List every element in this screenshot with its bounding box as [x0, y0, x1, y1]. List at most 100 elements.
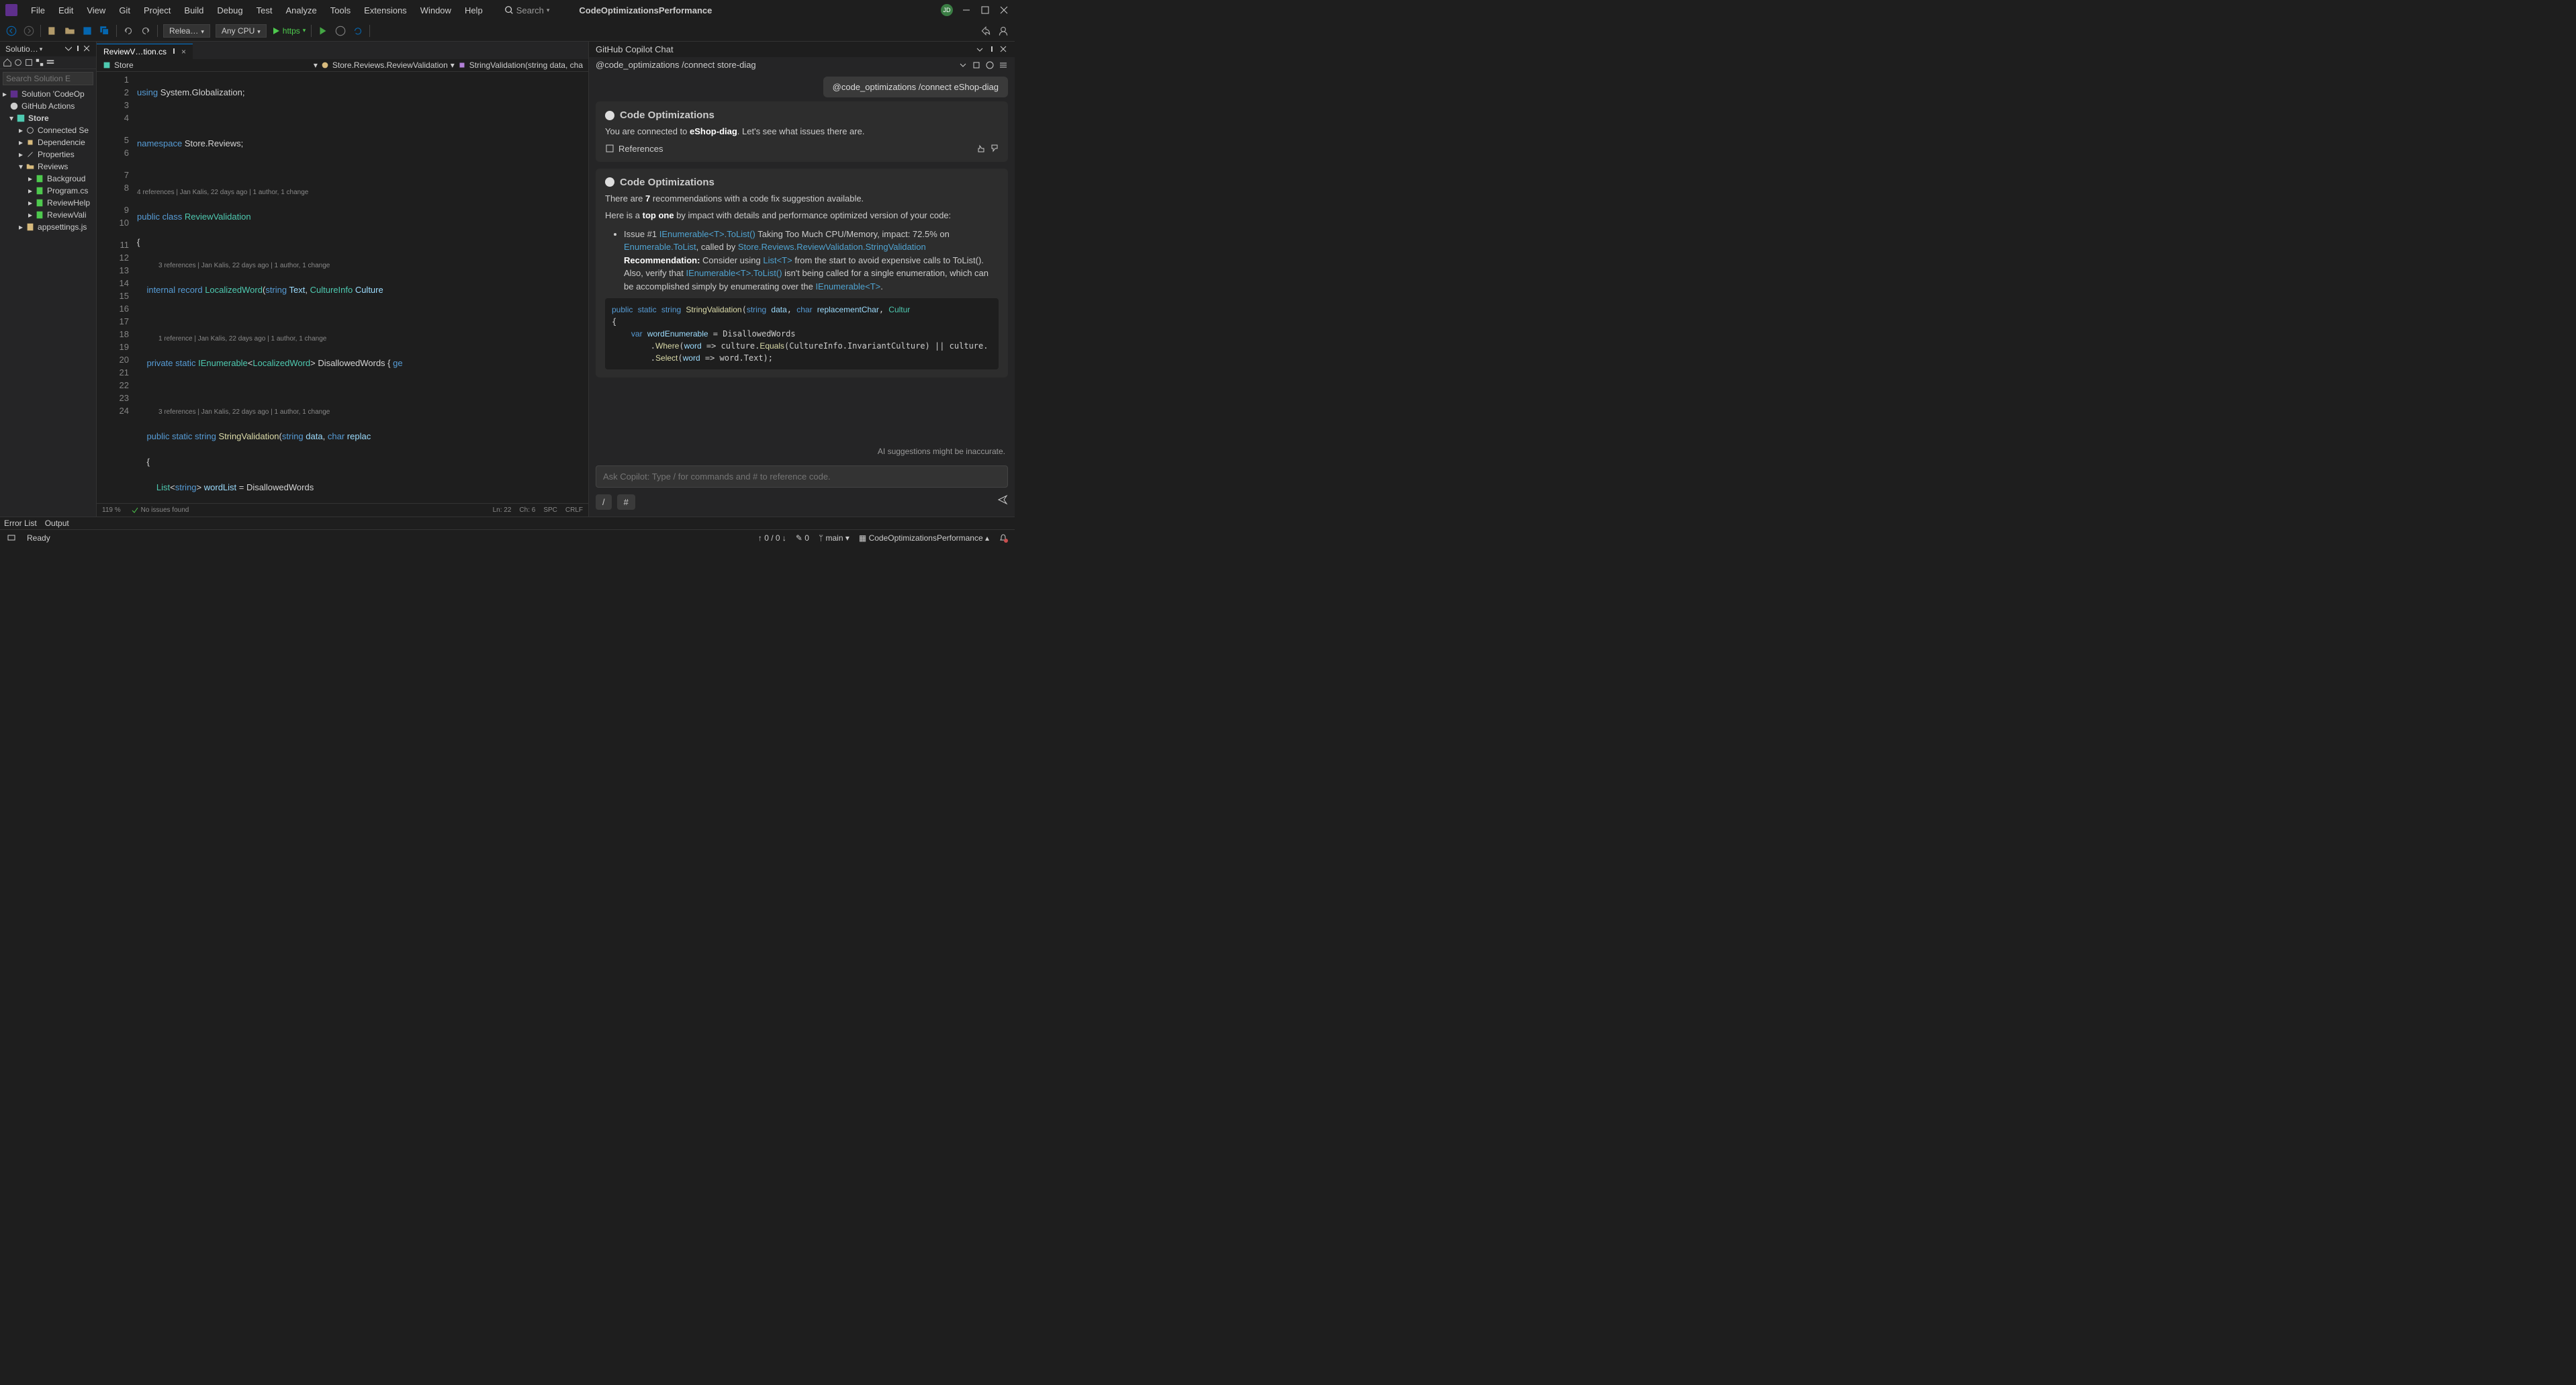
- minimize-button[interactable]: [961, 5, 972, 15]
- play2-icon[interactable]: [317, 25, 329, 37]
- git-branch[interactable]: ᛘ main ▾: [819, 533, 849, 543]
- undo-icon[interactable]: [122, 25, 134, 37]
- project-selector[interactable]: ▦ CodeOptimizationsPerformance ▴: [859, 533, 989, 543]
- tree-file[interactable]: ▸Backgroud: [0, 173, 96, 185]
- redo-icon[interactable]: [140, 25, 152, 37]
- menu-help[interactable]: Help: [459, 3, 488, 18]
- tree-file[interactable]: ▸ReviewVali: [0, 209, 96, 221]
- dropdown-icon[interactable]: [65, 46, 72, 52]
- tree-file[interactable]: ▸Program.cs: [0, 185, 96, 197]
- menu-window[interactable]: Window: [415, 3, 457, 18]
- menu-icon[interactable]: [999, 60, 1008, 70]
- menu-git[interactable]: Git: [113, 3, 136, 18]
- config-combo[interactable]: Relea…: [163, 24, 210, 38]
- eol-indicator[interactable]: CRLF: [565, 506, 583, 514]
- code-content[interactable]: using System.Globalization; namespace St…: [137, 72, 588, 503]
- props-icon[interactable]: [46, 58, 55, 67]
- close-button[interactable]: [999, 5, 1009, 15]
- global-search[interactable]: Search▾: [504, 5, 550, 15]
- chevron-down-icon[interactable]: [958, 60, 968, 70]
- run-button[interactable]: https▾: [272, 26, 306, 36]
- breadcrumb-class[interactable]: Store.Reviews.ReviewValidation: [320, 60, 448, 70]
- pin-icon[interactable]: [171, 48, 177, 55]
- refs-label[interactable]: References: [618, 144, 663, 154]
- open-icon[interactable]: [64, 25, 76, 37]
- tree-connected[interactable]: ▸Connected Se: [0, 124, 96, 136]
- share-icon[interactable]: [980, 25, 992, 37]
- link[interactable]: IEnumerable<T>.ToList(): [659, 229, 755, 239]
- home-icon[interactable]: [3, 58, 12, 67]
- chat-icon[interactable]: [7, 533, 16, 543]
- breadcrumb-project[interactable]: Store: [102, 60, 134, 70]
- menu-test[interactable]: Test: [251, 3, 278, 18]
- live-icon[interactable]: [997, 25, 1009, 37]
- tab-output[interactable]: Output: [45, 519, 69, 528]
- tree-dependencies[interactable]: ▸Dependencie: [0, 136, 96, 148]
- bell-icon[interactable]: [999, 533, 1008, 543]
- tree-project-store[interactable]: ▾Store: [0, 112, 96, 124]
- tree-file[interactable]: ▸ReviewHelp: [0, 197, 96, 209]
- link[interactable]: Enumerable.ToList: [624, 242, 696, 252]
- close-icon[interactable]: [1000, 46, 1008, 54]
- forward-icon[interactable]: [23, 25, 35, 37]
- thumbs-down-icon[interactable]: [989, 144, 999, 153]
- save-icon[interactable]: [81, 25, 93, 37]
- link[interactable]: Store.Reviews.ReviewValidation.StringVal…: [738, 242, 926, 252]
- link[interactable]: IEnumerable<T>.ToList(): [686, 268, 782, 278]
- send-icon[interactable]: [997, 494, 1008, 505]
- link[interactable]: List<T>: [763, 255, 792, 265]
- maximize-button[interactable]: [980, 5, 991, 15]
- menu-build[interactable]: Build: [179, 3, 209, 18]
- tree-appsettings[interactable]: ▸appsettings.js: [0, 221, 96, 233]
- collapse-icon[interactable]: [24, 58, 34, 67]
- slash-button[interactable]: /: [596, 494, 612, 510]
- new-icon[interactable]: [46, 25, 58, 37]
- solution-search-input[interactable]: [3, 72, 93, 85]
- new-window-icon[interactable]: [972, 60, 981, 70]
- back-icon[interactable]: [5, 25, 17, 37]
- menu-project[interactable]: Project: [138, 3, 176, 18]
- codelens[interactable]: 3 references | Jan Kalis, 22 days ago | …: [137, 408, 588, 417]
- menu-edit[interactable]: Edit: [53, 3, 79, 18]
- menu-file[interactable]: File: [26, 3, 50, 18]
- zoom-level[interactable]: 119 %: [102, 506, 121, 514]
- tree-properties[interactable]: ▸Properties: [0, 148, 96, 161]
- line-indicator[interactable]: Ln: 22: [493, 506, 512, 514]
- close-icon[interactable]: [84, 46, 91, 52]
- clock-icon[interactable]: [985, 60, 995, 70]
- code-editor[interactable]: 123456789101112131415161718192021222324 …: [97, 72, 588, 503]
- codelens[interactable]: 1 reference | Jan Kalis, 22 days ago | 1…: [137, 334, 588, 344]
- col-indicator[interactable]: Ch: 6: [519, 506, 535, 514]
- refresh-icon[interactable]: [352, 25, 364, 37]
- tree-solution[interactable]: ▸Solution 'CodeOp: [0, 88, 96, 100]
- tab-error-list[interactable]: Error List: [4, 519, 37, 528]
- git-sync[interactable]: ↑ 0 / 0 ↓: [758, 533, 786, 543]
- tree-github-actions[interactable]: GitHub Actions: [0, 100, 96, 112]
- show-all-icon[interactable]: [35, 58, 44, 67]
- sync-icon[interactable]: [13, 58, 23, 67]
- thumbs-up-icon[interactable]: [976, 144, 985, 153]
- menu-analyze[interactable]: Analyze: [280, 3, 322, 18]
- menu-debug[interactable]: Debug: [212, 3, 248, 18]
- avatar[interactable]: JD: [941, 4, 953, 16]
- tab-reviewvalidation[interactable]: ReviewV…tion.cs ×: [97, 44, 193, 59]
- tree-reviews-folder[interactable]: ▾Reviews: [0, 161, 96, 173]
- copilot-input[interactable]: [596, 465, 1008, 488]
- save-all-icon[interactable]: [99, 25, 111, 37]
- platform-combo[interactable]: Any CPU: [216, 24, 267, 38]
- codelens[interactable]: 4 references | Jan Kalis, 22 days ago | …: [137, 188, 588, 197]
- breadcrumb-method[interactable]: StringValidation(string data, cha: [457, 60, 583, 70]
- link[interactable]: IEnumerable<T>: [815, 281, 880, 292]
- menu-view[interactable]: View: [81, 3, 111, 18]
- menu-extensions[interactable]: Extensions: [359, 3, 412, 18]
- pin-icon[interactable]: [988, 46, 996, 54]
- menu-tools[interactable]: Tools: [325, 3, 356, 18]
- codelens[interactable]: 3 references | Jan Kalis, 22 days ago | …: [137, 261, 588, 271]
- indent-indicator[interactable]: SPC: [543, 506, 557, 514]
- stop-icon[interactable]: [334, 25, 347, 37]
- hash-button[interactable]: #: [617, 494, 635, 510]
- tab-close-icon[interactable]: ×: [181, 47, 186, 56]
- pin-icon[interactable]: [75, 46, 81, 52]
- git-changes[interactable]: ✎ 0: [796, 533, 809, 543]
- chevron-down-icon[interactable]: [976, 46, 984, 54]
